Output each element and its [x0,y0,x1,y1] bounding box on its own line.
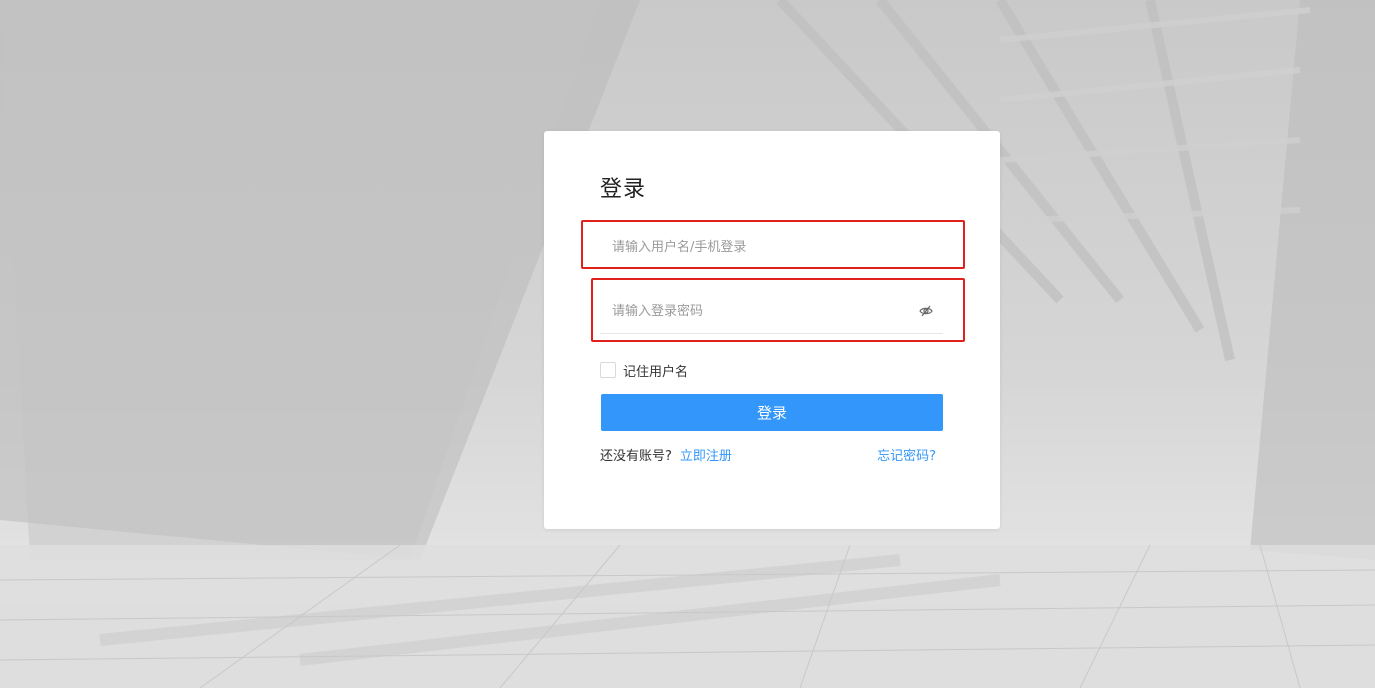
username-input[interactable] [600,225,912,269]
eye-slash-icon[interactable] [919,304,933,318]
no-account-text: 还没有账号? [600,449,672,464]
remember-label: 记住用户名 [623,364,689,380]
login-button[interactable]: 登录 [601,394,943,431]
register-link[interactable]: 立即注册 [680,449,732,464]
remember-username-option[interactable]: 记住用户名 [600,361,689,380]
forgot-password-link[interactable]: 忘记密码? [877,445,936,464]
account-links-row: 还没有账号? 立即注册 忘记密码? [600,445,936,464]
username-field-wrapper [600,225,943,269]
remember-checkbox[interactable] [600,362,616,378]
password-input[interactable] [600,289,912,333]
password-field-wrapper [600,289,943,334]
login-title: 登录 [600,177,647,202]
login-card: 登录 记住用户名 登录 还没有账号? 立即注册 忘记密码? [544,131,1000,529]
